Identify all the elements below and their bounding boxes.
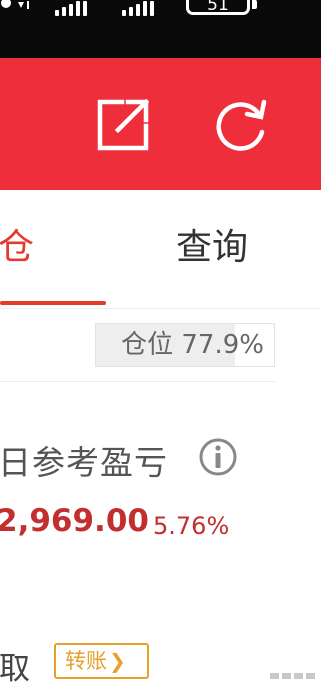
battery-level: 51 bbox=[207, 0, 229, 15]
tab-bar: 仓 查询 bbox=[0, 190, 321, 309]
withdrawable-label: 取 bbox=[0, 651, 30, 687]
battery-cap bbox=[252, 0, 257, 9]
signal-icon bbox=[55, 0, 87, 16]
daily-pl-value: 2,969.00 bbox=[0, 503, 149, 539]
chevron-right-icon: ❯ bbox=[109, 649, 126, 673]
status-bar: 51 bbox=[0, 0, 321, 58]
refresh-icon[interactable] bbox=[210, 94, 272, 156]
watermark bbox=[270, 671, 316, 684]
transfer-button-label: 转账 bbox=[65, 649, 107, 673]
tab-positions[interactable]: 仓 bbox=[0, 228, 34, 268]
share-icon[interactable] bbox=[92, 94, 154, 156]
active-tab-indicator bbox=[0, 301, 106, 305]
daily-pl-percent: 5.76% bbox=[153, 512, 230, 540]
signal-icon bbox=[122, 0, 154, 16]
daily-pl-label: 日参考盈亏 bbox=[0, 443, 168, 482]
info-icon[interactable] bbox=[198, 437, 238, 477]
position-ratio-bar: 仓位 77.9% bbox=[95, 323, 275, 367]
tab-query[interactable]: 查询 bbox=[176, 228, 248, 268]
battery-icon: 51 bbox=[186, 0, 250, 15]
position-ratio-label: 仓位 77.9% bbox=[121, 330, 264, 360]
wifi-icon bbox=[0, 0, 40, 20]
transfer-button[interactable]: 转账 ❯ bbox=[54, 643, 149, 679]
app-header bbox=[0, 58, 321, 190]
divider bbox=[0, 381, 275, 382]
